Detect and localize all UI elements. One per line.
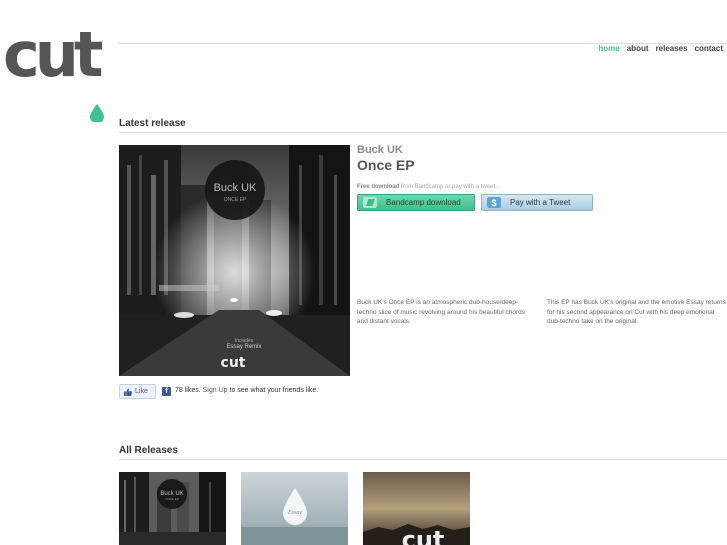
pay-with-tweet-button[interactable]: $ Pay with a Tweet — [481, 194, 593, 211]
facebook-like-button[interactable]: Like — [119, 384, 156, 399]
all-releases-heading: All Releases — [119, 445, 178, 456]
latest-release-heading: Latest release — [119, 118, 186, 129]
nav-contact[interactable]: contact — [695, 44, 723, 53]
facebook-icon: f — [162, 387, 171, 396]
release-description-1: Buck UK's Once EP is an atmospheric dub-… — [357, 299, 526, 325]
pay-with-tweet-label: Pay with a Tweet — [510, 198, 571, 207]
dollar-icon: $ — [487, 197, 501, 208]
all-releases-divider — [119, 459, 727, 460]
free-download-rest: from Bandcamp or pay with a tweet... — [399, 184, 501, 190]
release-thumb-cut[interactable]: cut — [363, 472, 470, 545]
like-label: Like — [135, 388, 148, 395]
latest-release-divider — [119, 132, 727, 133]
release-description-2: This EP has Buck UK's original and the e… — [547, 299, 726, 325]
thumb-logo-text: cut — [402, 526, 445, 545]
like-count: 78 likes. — [175, 387, 201, 394]
free-download-note: Free download from Bandcamp or pay with … — [357, 184, 500, 190]
drop-icon — [90, 104, 104, 122]
main-nav: home about releases contact — [598, 44, 723, 53]
like-rest-text: to see what your friends like. — [229, 387, 319, 394]
cover-remix-text: Essay Remix — [226, 344, 261, 350]
free-download-bold: Free download — [357, 184, 400, 190]
bandcamp-icon — [363, 197, 377, 208]
thumbs-up-icon — [124, 388, 132, 396]
site-logo[interactable]: cut — [3, 24, 115, 122]
cover-title-text: ONCE EP — [224, 197, 247, 203]
bandcamp-download-label: Bandcamp download — [386, 198, 461, 207]
release-thumb-essay[interactable]: Essay — [241, 472, 348, 545]
release-cover-art[interactable]: Buck UK ONCE EP Includes Essay Remix cut — [119, 145, 350, 376]
thumb-title-text: ONCE EP — [165, 497, 179, 501]
release-title: Once EP — [357, 157, 415, 173]
release-artist: Buck UK — [357, 144, 403, 156]
bandcamp-download-button[interactable]: Bandcamp download — [357, 194, 475, 211]
release-thumb-buck-uk[interactable]: Buck UK ONCE EP — [119, 472, 226, 545]
cover-logo-text: cut — [221, 355, 246, 371]
logo-text: cut — [3, 18, 104, 91]
cover-artist-text: Buck UK — [214, 182, 257, 194]
nav-releases[interactable]: releases — [656, 44, 688, 53]
nav-about[interactable]: about — [627, 44, 649, 53]
like-count-text: 78 likes. Sign Up to see what your frien… — [175, 387, 318, 394]
nav-home[interactable]: home — [598, 44, 619, 53]
thumb-essay-text: Essay — [287, 510, 302, 516]
facebook-signup-link[interactable]: Sign Up — [203, 387, 228, 394]
